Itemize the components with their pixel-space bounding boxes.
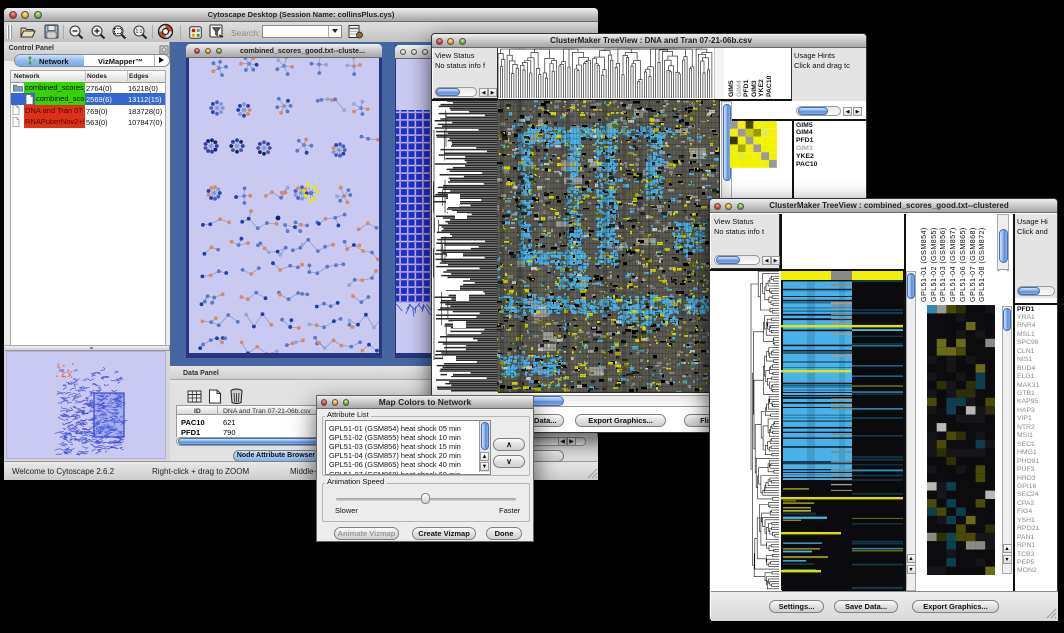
svg-text:1:1: 1:1 xyxy=(136,29,143,35)
